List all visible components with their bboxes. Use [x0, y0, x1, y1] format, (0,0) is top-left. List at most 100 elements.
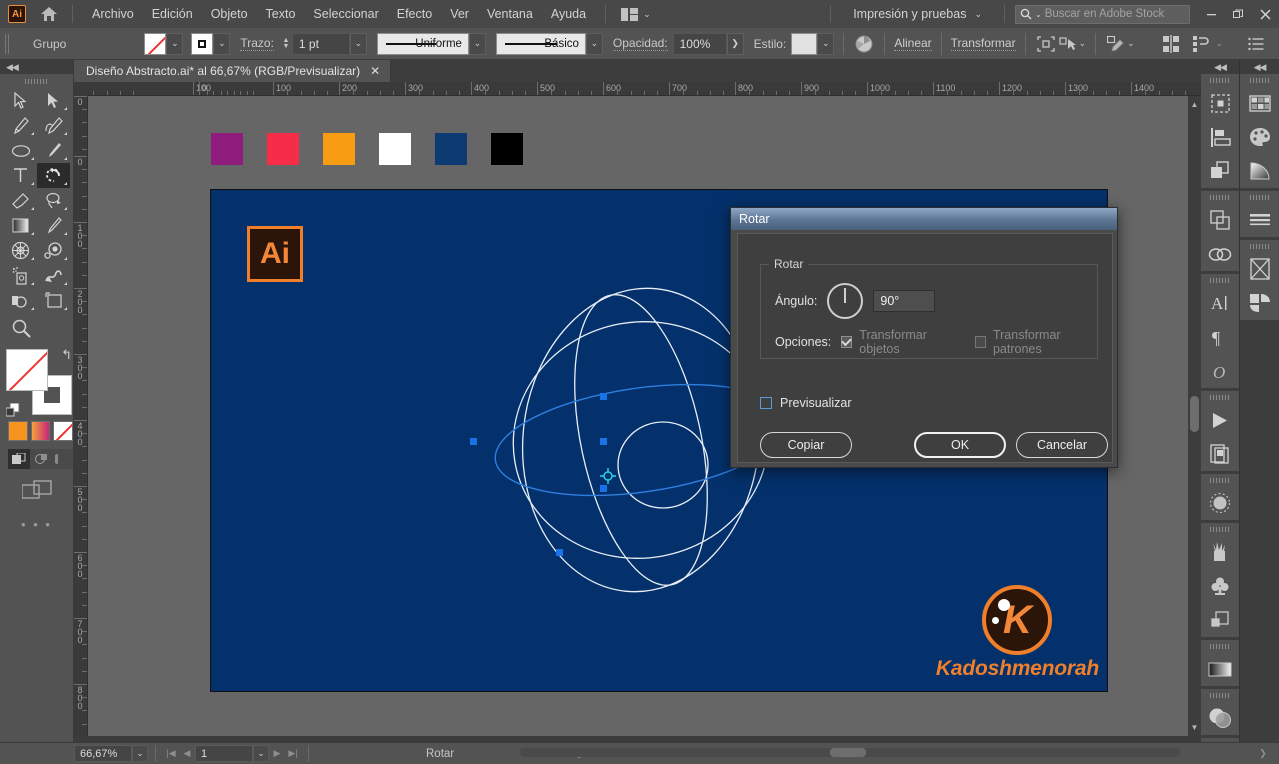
- last-artboard-icon[interactable]: ▶|: [285, 745, 301, 762]
- dialog-title-bar[interactable]: Rotar: [731, 208, 1117, 230]
- symbols-panel-icon[interactable]: [1201, 569, 1239, 603]
- cancel-button[interactable]: Cancelar: [1016, 432, 1108, 458]
- separations-preview-panel-icon[interactable]: [1240, 252, 1279, 286]
- menu-ver[interactable]: Ver: [441, 2, 478, 26]
- close-icon[interactable]: ✕: [370, 64, 380, 78]
- paintbrush-tool[interactable]: [37, 138, 70, 163]
- blend-tool[interactable]: [37, 238, 70, 263]
- kadoshmenorah-logo[interactable]: K Kadoshmenorah: [936, 585, 1099, 681]
- appearance-panel-icon[interactable]: [1201, 486, 1239, 520]
- links-panel-icon[interactable]: [1201, 237, 1239, 271]
- swatch-magenta[interactable]: [211, 133, 243, 165]
- swap-fill-stroke-icon[interactable]: ↰: [61, 347, 72, 363]
- transform-objects-checkbox[interactable]: [841, 336, 853, 348]
- column-graph-tool[interactable]: [37, 263, 70, 288]
- vertical-scroll-thumb[interactable]: [1190, 396, 1199, 432]
- copy-button[interactable]: Copiar: [760, 432, 852, 458]
- dock-grip-r2[interactable]: [1240, 191, 1279, 203]
- graphic-style-swatch[interactable]: [791, 32, 818, 55]
- opacity-label[interactable]: Opacidad:: [612, 36, 668, 51]
- dock-grip-r3[interactable]: [1240, 240, 1279, 252]
- artboards-panel-icon[interactable]: [1201, 437, 1239, 471]
- selection-tool[interactable]: [4, 88, 37, 113]
- document-setup-icon[interactable]: [1190, 33, 1212, 55]
- artboard-number-field[interactable]: 1: [195, 745, 253, 762]
- character-panel-icon[interactable]: A: [1201, 286, 1239, 320]
- horizontal-ruler[interactable]: 0100010020030040050060070080090010001100…: [74, 82, 1201, 96]
- stroke-label[interactable]: Trazo:: [240, 36, 274, 51]
- eraser-tool[interactable]: [4, 188, 37, 213]
- zoom-level-chevron-icon[interactable]: ⌄: [132, 745, 148, 762]
- menu-seleccionar[interactable]: Seleccionar: [304, 2, 387, 26]
- color-swatch-button[interactable]: [8, 421, 28, 441]
- swatch-black[interactable]: [491, 133, 523, 165]
- pen-tool[interactable]: [4, 113, 37, 138]
- brush-definition-chevron-icon[interactable]: ⌄: [585, 32, 603, 55]
- first-artboard-icon[interactable]: |◀: [163, 745, 179, 762]
- type-tool[interactable]: [4, 163, 37, 188]
- scroll-down-icon[interactable]: ▼: [1188, 721, 1201, 734]
- color-panel-icon[interactable]: [1240, 120, 1279, 154]
- libraries-panel-icon[interactable]: [1201, 403, 1239, 437]
- swatch-red[interactable]: [267, 133, 299, 165]
- stroke-panel-icon[interactable]: [1240, 203, 1279, 237]
- canvas-horizontal-scrollbar[interactable]: [520, 748, 1180, 757]
- style-chevron-icon[interactable]: ⌄: [817, 32, 835, 55]
- fill-swatch[interactable]: [144, 32, 167, 55]
- rotate-tool[interactable]: [37, 163, 70, 188]
- prev-artboard-icon[interactable]: ◀: [179, 745, 195, 762]
- menu-edicion[interactable]: Edición: [143, 2, 202, 26]
- brush-definition-dropdown[interactable]: Básico: [495, 32, 586, 55]
- dock-collapse-left[interactable]: ◀◀: [1201, 60, 1239, 74]
- opacity-field[interactable]: 100%: [672, 32, 727, 55]
- gradient-button[interactable]: [30, 421, 51, 441]
- current-tool-status[interactable]: Rotar: [426, 748, 454, 760]
- artboard-tool[interactable]: [37, 288, 70, 313]
- menu-objeto[interactable]: Objeto: [202, 2, 257, 26]
- swatch-orange[interactable]: [323, 133, 355, 165]
- eyedropper-tool[interactable]: [37, 213, 70, 238]
- shape-builder-tool[interactable]: [4, 288, 37, 313]
- next-artboard-icon[interactable]: ▶: [269, 745, 285, 762]
- horizontal-scroll-thumb[interactable]: [830, 748, 866, 757]
- dock-grip-4[interactable]: [1201, 391, 1239, 403]
- artboard-number-chevron-icon[interactable]: ⌄: [253, 745, 269, 762]
- dock-grip-2[interactable]: [1201, 191, 1239, 203]
- menu-efecto[interactable]: Efecto: [388, 2, 441, 26]
- stroke-profile-dropdown[interactable]: Uniforme: [376, 32, 469, 55]
- menu-texto[interactable]: Texto: [257, 2, 305, 26]
- dock-grip-7[interactable]: [1201, 640, 1239, 652]
- transform-patterns-checkbox[interactable]: [975, 336, 986, 348]
- menu-archivo[interactable]: Archivo: [83, 2, 143, 26]
- draw-inside-button[interactable]: [51, 449, 73, 469]
- scroll-up-icon[interactable]: ▲: [1188, 98, 1201, 111]
- dock-grip-8[interactable]: [1201, 689, 1239, 701]
- ok-button[interactable]: OK: [914, 432, 1006, 458]
- status-more-icon[interactable]: ❯: [1255, 745, 1271, 762]
- stroke-swatch[interactable]: [191, 32, 214, 55]
- angle-dial[interactable]: [827, 283, 864, 319]
- preview-checkbox[interactable]: [760, 397, 772, 409]
- fill-color-swatch[interactable]: [6, 349, 48, 391]
- symbol-sprayer-tool[interactable]: [4, 263, 37, 288]
- zoom-level-field[interactable]: 66,67%: [74, 745, 132, 762]
- layers-stack-panel-icon[interactable]: [1201, 203, 1239, 237]
- draw-normal-button[interactable]: [8, 449, 30, 469]
- brushes-panel-icon[interactable]: [1201, 535, 1239, 569]
- gradient-r-panel-icon[interactable]: [1240, 154, 1279, 188]
- more-tools-icon[interactable]: • • •: [0, 517, 73, 532]
- vertical-ruler[interactable]: 00100200300400500600700800: [74, 96, 88, 736]
- zoom-tool[interactable]: [4, 313, 70, 343]
- curvature-tool[interactable]: [37, 113, 70, 138]
- gradient-tool[interactable]: [4, 213, 37, 238]
- none-button[interactable]: [53, 421, 74, 441]
- perspective-grid-tool[interactable]: [4, 238, 37, 263]
- dock-grip-1[interactable]: [1201, 74, 1239, 86]
- glyphs-panel-icon[interactable]: O: [1201, 354, 1239, 388]
- transparency-panel-icon[interactable]: [1201, 701, 1239, 735]
- direct-selection-tool[interactable]: [37, 88, 70, 113]
- select-similar-chevron-icon[interactable]: ⌄: [1079, 38, 1087, 49]
- recolor-artwork-icon[interactable]: [853, 33, 875, 55]
- rotate-dialog[interactable]: Rotar Rotar Ángulo: 90° Opciones: Transf…: [730, 207, 1118, 468]
- pathfinder-panel-icon[interactable]: [1201, 154, 1239, 188]
